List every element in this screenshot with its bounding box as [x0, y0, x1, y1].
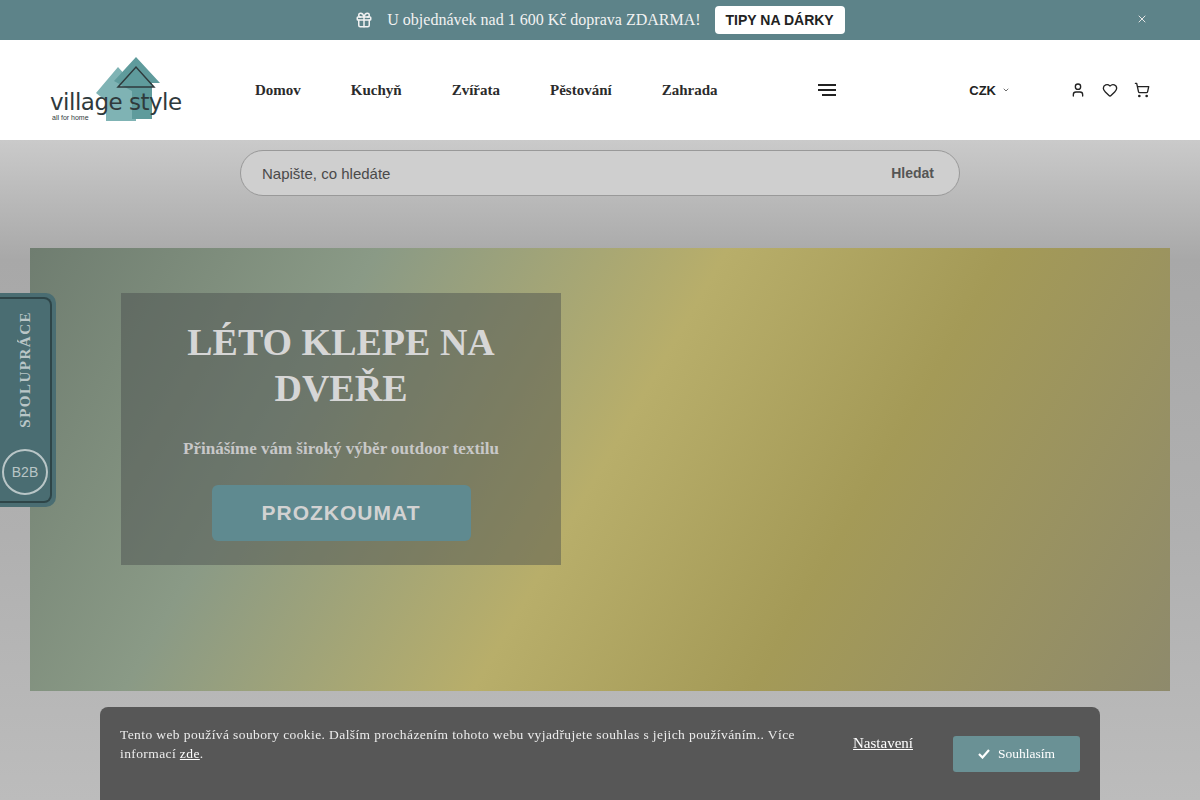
logo-tagline: all for home — [50, 114, 182, 121]
side-tab-frame: SPOLUPRÁCE B2B — [0, 297, 52, 503]
b2b-side-tab[interactable]: SPOLUPRÁCE B2B — [0, 293, 56, 507]
menu-icon[interactable] — [818, 84, 836, 96]
hero-subtitle: Přinášíme vám široký výběr outdoor texti… — [183, 439, 499, 459]
logo[interactable]: village styleall for home — [50, 57, 182, 123]
nav-item[interactable]: Kuchyň — [326, 82, 427, 99]
nav-item[interactable]: Pěstování — [525, 82, 637, 99]
chevron-down-icon — [1002, 86, 1010, 94]
heart-icon[interactable] — [1102, 82, 1118, 98]
cookie-accept-button[interactable]: Souhlasím — [953, 736, 1080, 772]
hero-panel: LÉTO KLEPE NA DVEŘE Přinášíme vám široký … — [121, 293, 561, 565]
page: U objednávek nad 1 600 Kč doprava ZDARMA… — [0, 0, 1200, 800]
promo-message: U objednávek nad 1 600 Kč doprava ZDARMA… — [387, 11, 700, 29]
nav-item[interactable]: Zahrada — [637, 82, 743, 99]
cookie-bar: Tento web používá soubory cookie. Dalším… — [100, 707, 1100, 800]
search-input[interactable] — [260, 164, 885, 183]
main: Hledat LÉTO KLEPE NA DVEŘE Přinášíme vám š… — [0, 140, 1200, 800]
main-nav: DomovKuchyňZvířataPěstováníZahrada — [230, 82, 743, 99]
explore-button[interactable]: PROZKOUMAT — [212, 485, 471, 541]
gift-tips-button[interactable]: TIPY NA DÁRKY — [715, 6, 845, 34]
logo-name: village style — [50, 91, 182, 114]
check-icon — [978, 749, 990, 759]
cookie-settings-link[interactable]: Nastavení — [853, 735, 913, 752]
hero-title: LÉTO KLEPE NA DVEŘE — [171, 319, 511, 411]
cookie-info-link[interactable]: zde — [180, 746, 200, 761]
currency-select[interactable]: CZK — [969, 83, 1010, 98]
cart-icon[interactable] — [1134, 82, 1150, 98]
hero-banner: LÉTO KLEPE NA DVEŘE Přinášíme vám široký … — [30, 248, 1170, 691]
nav-item[interactable]: Domov — [230, 82, 326, 99]
user-icon[interactable] — [1070, 82, 1086, 98]
promo-bar: U objednávek nad 1 600 Kč doprava ZDARMA… — [0, 0, 1200, 40]
header-icons — [1070, 82, 1150, 98]
cookie-text: Tento web používá soubory cookie. Dalším… — [120, 725, 813, 763]
gift-icon — [355, 11, 373, 29]
close-button[interactable] — [1136, 13, 1148, 25]
search-bar: Hledat — [240, 150, 960, 196]
close-icon — [1136, 13, 1148, 25]
nav-item[interactable]: Zvířata — [427, 82, 525, 99]
header: village styleall for home DomovKuchyňZvíř… — [0, 40, 1200, 140]
b2b-badge: B2B — [2, 449, 48, 495]
side-tab-label: SPOLUPRÁCE — [17, 311, 34, 428]
search-button[interactable]: Hledat — [885, 164, 940, 182]
